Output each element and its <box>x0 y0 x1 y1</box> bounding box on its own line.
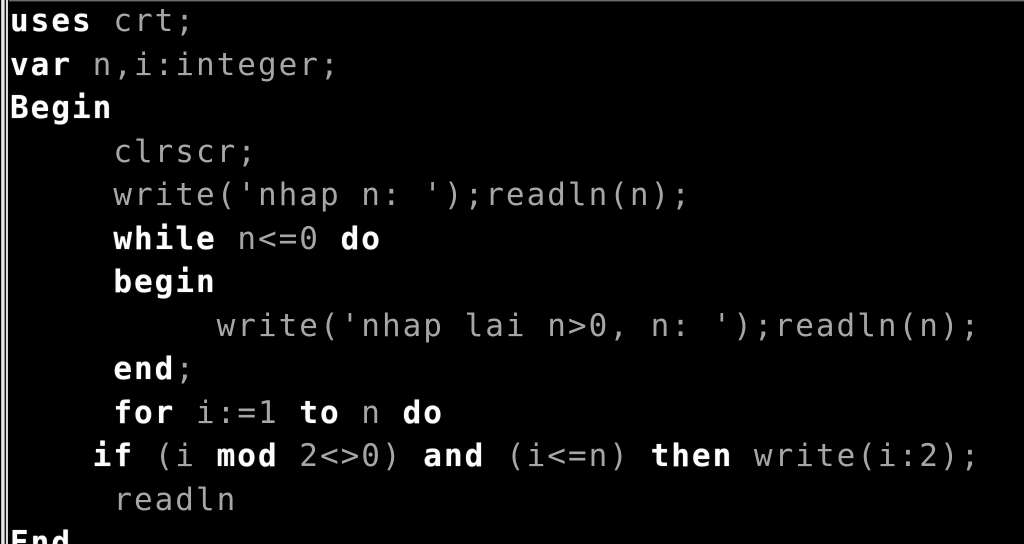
code-identifier: ; <box>175 351 196 387</box>
code-keyword: var <box>10 46 72 83</box>
code-identifier: clrscr; <box>10 133 258 170</box>
code-identifier: 2<>0) <box>278 438 424 474</box>
code-keyword: do <box>340 220 382 257</box>
code-keyword: and <box>423 438 486 474</box>
code-keyword: End <box>10 525 72 544</box>
code-line[interactable]: readln <box>10 479 1020 523</box>
code-identifier: (i<=n) <box>485 438 651 474</box>
code-keyword: mod <box>216 438 279 474</box>
code-line[interactable]: clrscr; <box>10 131 1020 175</box>
code-identifier <box>10 264 113 300</box>
code-keyword: Begin <box>10 90 114 126</box>
code-keyword: end <box>113 351 176 387</box>
code-keyword: uses <box>10 3 93 39</box>
code-identifier: write('nhap lai n>0, n: ');readln(n); <box>10 307 982 344</box>
code-line[interactable]: while n<=0 do <box>10 218 1020 262</box>
code-keyword: to <box>299 394 341 431</box>
code-line[interactable]: write('nhap n: ');readln(n); <box>10 174 1020 218</box>
code-keyword: then <box>650 438 734 474</box>
code-line[interactable]: End. <box>10 522 1020 544</box>
code-keyword: while <box>113 220 217 257</box>
code-line[interactable]: Begin <box>10 87 1020 131</box>
code-editor-screen: uses crt; var n,i:integer; Begin clrscr; w… <box>0 0 1024 544</box>
code-keyword: if <box>92 438 134 474</box>
code-line[interactable]: var n,i:integer; <box>10 44 1020 88</box>
code-area[interactable]: uses crt; var n,i:integer; Begin clrscr; w… <box>10 0 1020 544</box>
code-line[interactable]: end; <box>10 348 1020 392</box>
code-identifier <box>10 395 113 431</box>
code-keyword: for <box>113 394 176 431</box>
code-identifier: readln <box>10 481 238 518</box>
code-identifier: . <box>72 525 93 544</box>
code-line[interactable]: begin <box>10 261 1020 305</box>
code-identifier <box>10 438 93 474</box>
code-line[interactable]: if (i mod 2<>0) and (i<=n) then write(i:… <box>10 435 1020 479</box>
code-identifier: n<=0 <box>216 220 341 257</box>
code-line[interactable]: write('nhap lai n>0, n: ');readln(n); <box>10 305 1020 349</box>
code-identifier: n <box>340 394 403 431</box>
code-identifier: (i <box>133 438 217 474</box>
code-identifier <box>10 221 113 257</box>
code-line[interactable]: for i:=1 to n do <box>10 392 1020 436</box>
code-identifier: write(i:2); <box>733 438 982 474</box>
code-identifier: crt; <box>92 3 196 39</box>
code-keyword: do <box>402 394 444 431</box>
code-identifier: write('nhap n: ');readln(n); <box>10 177 692 213</box>
code-identifier <box>10 351 113 387</box>
code-line[interactable]: uses crt; <box>10 0 1020 44</box>
code-identifier: i:=1 <box>175 394 300 431</box>
code-identifier: n,i:integer; <box>72 46 341 83</box>
left-scrollbar-rail[interactable] <box>0 0 9 544</box>
code-keyword: begin <box>113 264 217 300</box>
